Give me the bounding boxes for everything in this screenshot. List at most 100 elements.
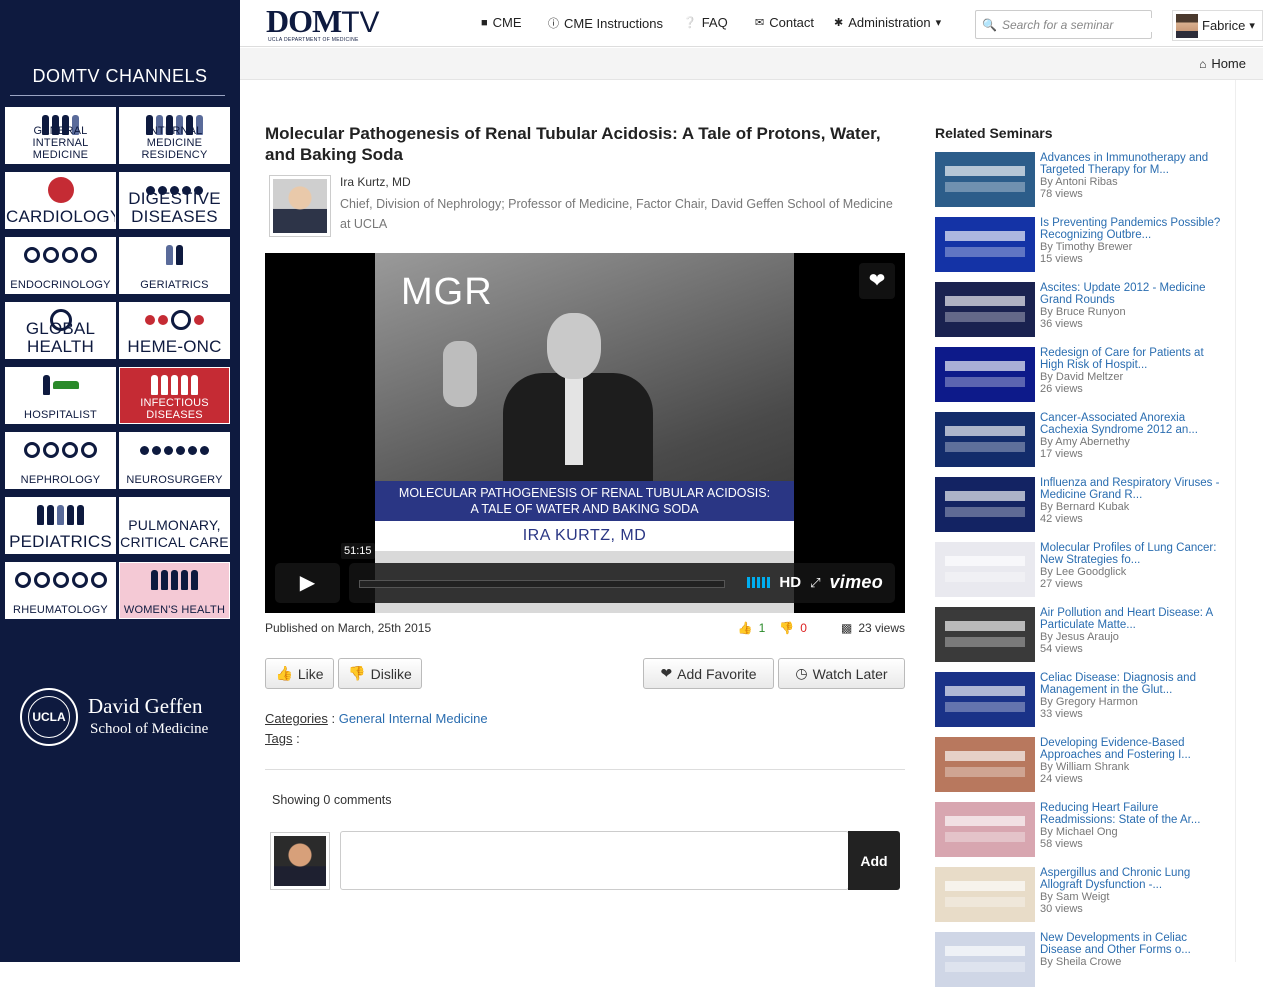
add-comment-button[interactable]: Add [848, 831, 900, 890]
comment-input[interactable] [340, 831, 849, 890]
related-thumbnail[interactable] [935, 477, 1035, 532]
category-link[interactable]: General Internal Medicine [339, 711, 488, 726]
watch-later-button[interactable]: ◷ Watch Later [778, 658, 905, 689]
related-item[interactable]: Developing Evidence-Based Approaches and… [935, 737, 1235, 795]
related-title[interactable]: Air Pollution and Heart Disease: A Parti… [1040, 607, 1222, 631]
related-title[interactable]: Is Preventing Pandemics Possible? Recogn… [1040, 217, 1222, 241]
domtv-logo[interactable]: DOMTV UCLA DEPARTMENT OF MEDICINE [266, 5, 380, 43]
like-button[interactable]: 👍 Like [265, 658, 334, 689]
related-thumbnail[interactable] [935, 412, 1035, 467]
channel-label: NEPHROLOGY [20, 474, 101, 486]
volume-icon[interactable] [747, 577, 771, 588]
channel-neurosurgery[interactable]: NEUROSURGERY [119, 432, 230, 489]
related-item[interactable]: Air Pollution and Heart Disease: A Parti… [935, 607, 1235, 665]
favorite-label: Add Favorite [677, 665, 757, 682]
channel-pulmonary-critical-care[interactable]: PULMONARY, CRITICAL CARE [119, 497, 230, 554]
related-thumbnail[interactable] [935, 217, 1035, 272]
bar-chart-icon: ▩ [840, 621, 853, 635]
nav-administration[interactable]: ✱ Administration ▾ [834, 15, 941, 30]
related-thumbnail[interactable] [935, 932, 1035, 987]
related-item[interactable]: Cancer-Associated Anorexia Cachexia Synd… [935, 412, 1235, 470]
user-menu[interactable]: Fabrice ▾ [1172, 10, 1263, 41]
related-views: 54 views [1040, 643, 1083, 655]
joints-icon [6, 565, 115, 595]
channel-endocrinology[interactable]: ENDOCRINOLOGY [5, 237, 116, 294]
related-item[interactable]: Redesign of Care for Patients at High Ri… [935, 347, 1235, 405]
like-heart-button[interactable]: ❤ [859, 263, 895, 299]
likes-count: 1 [758, 621, 766, 635]
related-item[interactable]: New Developments in Celiac Disease and O… [935, 932, 1235, 990]
gland-icon [6, 240, 115, 270]
channel-general-internal-medicine[interactable]: GENERAL INTERNAL MEDICINE [5, 107, 116, 164]
channel-heme-onc[interactable]: HEME-ONC [119, 302, 230, 359]
related-thumbnail[interactable] [935, 802, 1035, 857]
dislike-button[interactable]: 👎 Dislike [338, 658, 422, 689]
ucla-geffen-logo[interactable]: UCLA David Geffen School of Medicine [20, 688, 230, 748]
play-button[interactable]: ▶ [275, 563, 340, 603]
speaker-name[interactable]: Ira Kurtz, MD [340, 175, 411, 189]
breadcrumb-home[interactable]: Home [1211, 56, 1246, 71]
channel-nephrology[interactable]: NEPHROLOGY [5, 432, 116, 489]
related-heading: Related Seminars [935, 125, 1053, 141]
ucla-seal-icon: UCLA [20, 688, 78, 746]
channel-geriatrics[interactable]: GERIATRICS [119, 237, 230, 294]
nav-cme-instructions[interactable]: ⓘ CME Instructions [548, 15, 663, 31]
channel-cardiology[interactable]: CARDIOLOGY [5, 172, 116, 229]
related-title[interactable]: Ascites: Update 2012 - Medicine Grand Ro… [1040, 282, 1222, 306]
related-views: 15 views [1040, 253, 1083, 265]
related-title[interactable]: Advances in Immunotherapy and Targeted T… [1040, 152, 1222, 176]
nav-faq[interactable]: ❔ FAQ [683, 15, 728, 30]
breadcrumb[interactable]: ⌂ Home [1199, 56, 1246, 71]
related-item[interactable]: Ascites: Update 2012 - Medicine Grand Ro… [935, 282, 1235, 340]
related-item[interactable]: Molecular Profiles of Lung Cancer: New S… [935, 542, 1235, 600]
related-thumbnail[interactable] [935, 347, 1035, 402]
related-thumbnail[interactable] [935, 737, 1035, 792]
related-thumbnail[interactable] [935, 152, 1035, 207]
related-title[interactable]: Redesign of Care for Patients at High Ri… [1040, 347, 1222, 371]
related-item[interactable]: Is Preventing Pandemics Possible? Recogn… [935, 217, 1235, 275]
add-favorite-button[interactable]: ❤ Add Favorite [643, 658, 774, 689]
nav-label: Administration [848, 15, 931, 30]
fullscreen-icon[interactable]: ⤢ [810, 575, 820, 591]
related-title[interactable]: Aspergillus and Chronic Lung Allograft D… [1040, 867, 1222, 891]
like-label: Like [297, 665, 324, 682]
nav-contact[interactable]: ✉ Contact [755, 15, 814, 30]
related-title[interactable]: Celiac Disease: Diagnosis and Management… [1040, 672, 1222, 696]
related-title[interactable]: Molecular Profiles of Lung Cancer: New S… [1040, 542, 1222, 566]
related-title[interactable]: New Developments in Celiac Disease and O… [1040, 932, 1222, 956]
channel-infectious-diseases[interactable]: INFECTIOUS DISEASES [119, 367, 230, 424]
progress-bar[interactable] [359, 580, 725, 588]
search-input[interactable] [1001, 17, 1152, 32]
vimeo-logo[interactable]: vimeo [829, 572, 883, 593]
related-title[interactable]: Developing Evidence-Based Approaches and… [1040, 737, 1222, 761]
related-title[interactable]: Cancer-Associated Anorexia Cachexia Synd… [1040, 412, 1222, 436]
related-thumbnail[interactable] [935, 607, 1035, 662]
channel-hospitalist[interactable]: HOSPITALIST [5, 367, 116, 424]
related-title[interactable]: Influenza and Respiratory Viruses - Medi… [1040, 477, 1222, 501]
related-item[interactable]: Advances in Immunotherapy and Targeted T… [935, 152, 1235, 210]
video-player[interactable]: MGR MOLECULAR PATHOGENESIS OF RENAL TUBU… [265, 253, 905, 613]
commenter-avatar [270, 832, 330, 890]
related-thumbnail[interactable] [935, 867, 1035, 922]
related-item[interactable]: Celiac Disease: Diagnosis and Management… [935, 672, 1235, 730]
related-author: By Gregory Harmon [1040, 696, 1138, 708]
breadcrumb-bar: ⌂ Home [240, 48, 1263, 80]
channels-title: DOMTV CHANNELS [32, 66, 208, 86]
related-item[interactable]: Aspergillus and Chronic Lung Allograft D… [935, 867, 1235, 925]
nav-cme[interactable]: ■ CME [481, 15, 522, 30]
channel-internal-medicine-residency[interactable]: INTERNAL MEDICINE RESIDENCY [119, 107, 230, 164]
channel-rheumatology[interactable]: RHEUMATOLOGY [5, 562, 116, 619]
related-thumbnail[interactable] [935, 282, 1035, 337]
channel-womens-health[interactable]: WOMEN'S HEALTH [119, 562, 230, 619]
channel-global-health[interactable]: GLOBAL HEALTH [5, 302, 116, 359]
related-item[interactable]: Reducing Heart Failure Readmissions: Sta… [935, 802, 1235, 860]
related-item[interactable]: Influenza and Respiratory Viruses - Medi… [935, 477, 1235, 535]
hd-toggle[interactable]: HD [779, 574, 801, 591]
heart-icon: ❤ [660, 665, 673, 681]
channel-digestive-diseases[interactable]: DIGESTIVE DISEASES [119, 172, 230, 229]
channel-pediatrics[interactable]: PEDIATRICS [5, 497, 116, 554]
related-thumbnail[interactable] [935, 672, 1035, 727]
related-title[interactable]: Reducing Heart Failure Readmissions: Sta… [1040, 802, 1222, 826]
seminar-search[interactable]: 🔍 [975, 10, 1152, 39]
related-thumbnail[interactable] [935, 542, 1035, 597]
